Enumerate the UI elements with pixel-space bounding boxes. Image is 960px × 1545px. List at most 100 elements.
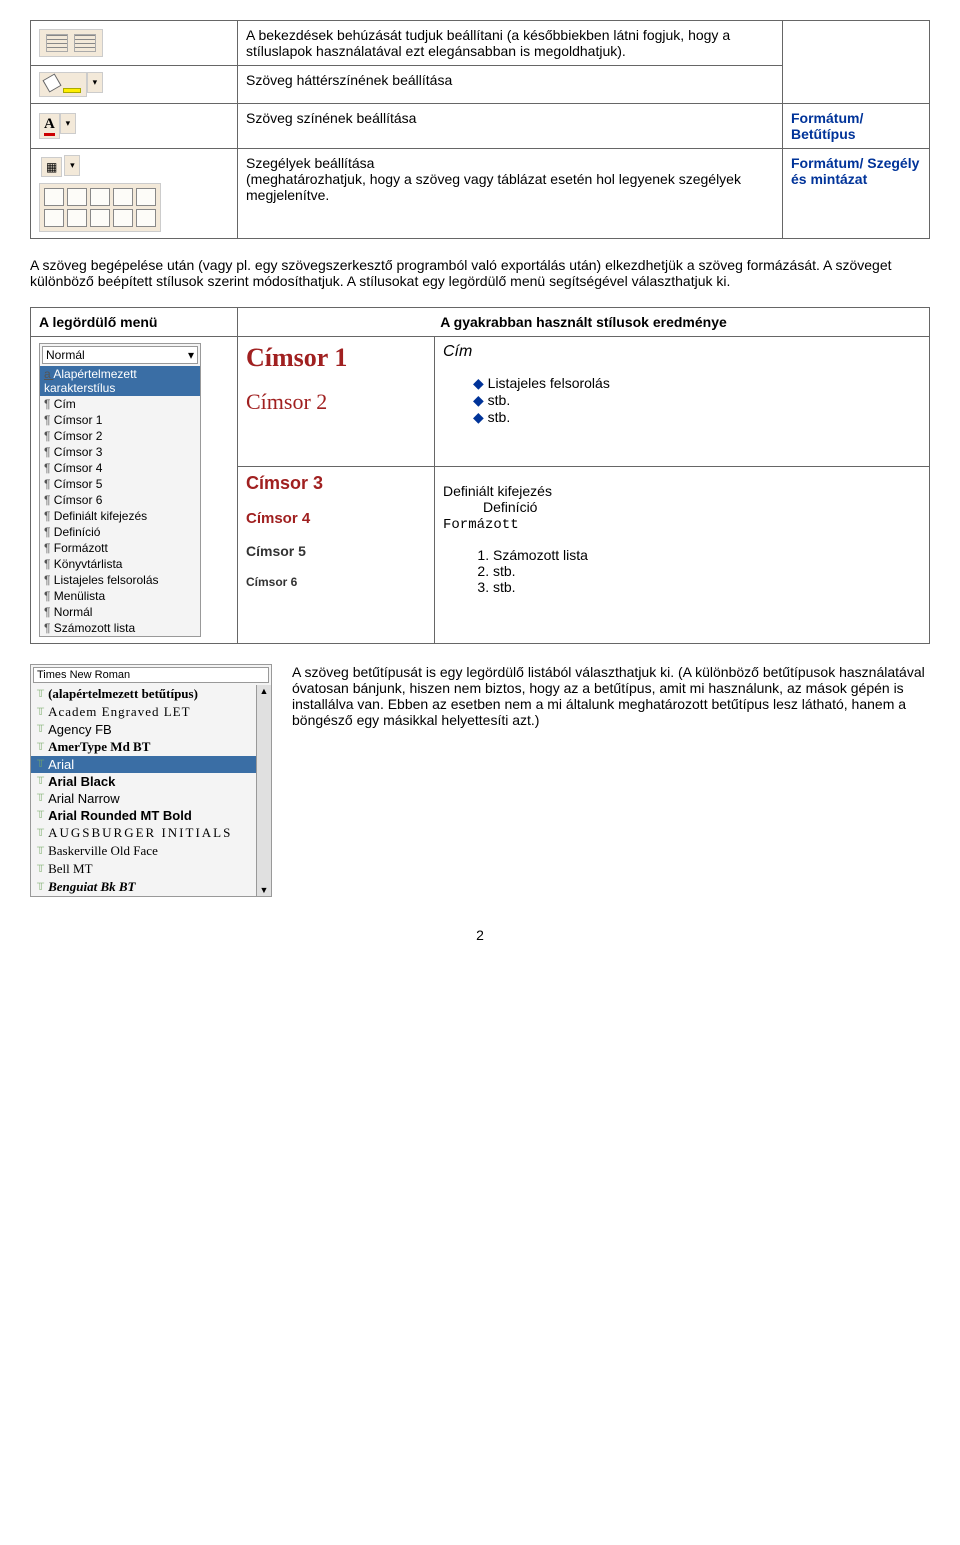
list-item: Listajeles felsorolás bbox=[473, 375, 921, 392]
scrollbar[interactable]: ▲ ▼ bbox=[256, 685, 271, 896]
truetype-icon: 𝕋 bbox=[37, 793, 44, 804]
font-dropdown-item[interactable]: 𝕋Academ Engraved LET bbox=[31, 703, 256, 721]
style-dropdown-item[interactable]: Címsor 1 bbox=[40, 412, 200, 428]
border-desc: Szegélyek beállítása (meghatározhatjuk, … bbox=[238, 149, 783, 239]
style-dropdown[interactable]: Normál ▾ Alapértelmezett karakterstílusC… bbox=[39, 343, 201, 637]
border-grid-icon bbox=[39, 183, 161, 232]
fontcolor-icon-cell: A▾ bbox=[31, 104, 238, 149]
font-dropdown[interactable]: Times New Roman 𝕋(alapértelmezett betűtí… bbox=[30, 664, 272, 897]
empty-menu-cell bbox=[783, 21, 930, 104]
truetype-icon: 𝕋 bbox=[37, 846, 44, 857]
fontcolor-desc: Szöveg színének beállítása bbox=[238, 104, 783, 149]
style-dropdown-item[interactable]: Címsor 2 bbox=[40, 428, 200, 444]
heading6-sample: Címsor 6 bbox=[246, 575, 426, 589]
font-description: A szöveg betűtípusát is egy legördülő li… bbox=[292, 664, 930, 728]
font-dropdown-item[interactable]: 𝕋Arial Narrow bbox=[31, 790, 256, 807]
styles-table: A legördülő menü A gyakrabban használt s… bbox=[30, 307, 930, 644]
styles-col2-header: A gyakrabban használt stílusok eredménye bbox=[238, 308, 930, 337]
font-dropdown-item[interactable]: 𝕋AUGSBURGER INITIALS bbox=[31, 824, 256, 842]
truetype-icon: 𝕋 bbox=[37, 724, 44, 735]
truetype-icon: 𝕋 bbox=[37, 776, 44, 787]
indent-icons-cell bbox=[31, 21, 238, 66]
font-section: Times New Roman 𝕋(alapértelmezett betűtí… bbox=[30, 664, 930, 897]
style-dropdown-item[interactable]: Címsor 5 bbox=[40, 476, 200, 492]
list-item: stb. bbox=[473, 392, 921, 409]
font-dropdown-item[interactable]: 𝕋(alapértelmezett betűtípus) bbox=[31, 685, 256, 703]
truetype-icon: 𝕋 bbox=[37, 759, 44, 770]
style-dropdown-field[interactable]: Normál ▾ bbox=[42, 346, 198, 364]
style-dropdown-item[interactable]: Számozott lista bbox=[40, 620, 200, 636]
border-menu: Formátum/ Szegély és mintázat bbox=[783, 149, 930, 239]
heading4-sample: Címsor 4 bbox=[246, 510, 426, 527]
font-dropdown-item[interactable]: 𝕋Benguiat Bk BT bbox=[31, 878, 256, 896]
dropdown-arrow-icon: ▾ bbox=[64, 155, 80, 176]
style-dropdown-item[interactable]: Címsor 4 bbox=[40, 460, 200, 476]
format-toolbar-table: A bekezdések behúzását tudjuk beállítani… bbox=[30, 20, 930, 239]
style-dropdown-item[interactable]: Alapértelmezett karakterstílus bbox=[40, 366, 200, 396]
style-dropdown-item[interactable]: Definiált kifejezés bbox=[40, 508, 200, 524]
font-dropdown-list: 𝕋(alapértelmezett betűtípus)𝕋Academ Engr… bbox=[31, 685, 256, 896]
highlight-desc: Szöveg háttérszínének beállítása bbox=[238, 66, 783, 104]
style-dropdown-item[interactable]: Listajeles felsorolás bbox=[40, 572, 200, 588]
indent-desc: A bekezdések behúzását tudjuk beállítani… bbox=[238, 21, 783, 66]
style-dropdown-item[interactable]: Címsor 3 bbox=[40, 444, 200, 460]
style-dropdown-item[interactable]: Cím bbox=[40, 396, 200, 412]
fontcolor-menu: Formátum/ Betűtípus bbox=[783, 104, 930, 149]
font-dropdown-item[interactable]: 𝕋Arial Black bbox=[31, 773, 256, 790]
heading3-sample: Címsor 3 bbox=[246, 473, 426, 494]
truetype-icon: 𝕋 bbox=[37, 742, 44, 753]
heading1-sample: Címsor 1 bbox=[246, 343, 426, 373]
dropdown-arrow-icon: ▾ bbox=[60, 113, 76, 134]
list-item: stb. bbox=[493, 563, 921, 579]
truetype-icon: 𝕋 bbox=[37, 864, 44, 875]
font-dropdown-item[interactable]: 𝕋AmerType Md BT bbox=[31, 738, 256, 756]
def-desc-sample: Definíció bbox=[483, 499, 921, 515]
scroll-up-icon[interactable]: ▲ bbox=[259, 685, 270, 697]
style-dropdown-item[interactable]: Könyvtárlista bbox=[40, 556, 200, 572]
highlight-icon-cell: ▾ bbox=[31, 66, 238, 104]
highlight-icon bbox=[39, 72, 87, 97]
heading5-sample: Címsor 5 bbox=[246, 543, 426, 559]
font-dropdown-item[interactable]: 𝕋Bell MT bbox=[31, 860, 256, 878]
truetype-icon: 𝕋 bbox=[37, 689, 44, 700]
intro-paragraph: A szöveg begépelése után (vagy pl. egy s… bbox=[30, 257, 930, 289]
border-icon-cell: ▦▾ bbox=[31, 149, 238, 239]
style-dropdown-item[interactable]: Definíció bbox=[40, 524, 200, 540]
style-dropdown-item[interactable]: Menülista bbox=[40, 588, 200, 604]
truetype-icon: 𝕋 bbox=[37, 707, 44, 718]
font-dropdown-item[interactable]: 𝕋Arial bbox=[31, 756, 256, 773]
bullet-list-sample: Listajeles felsorolásstb.stb. bbox=[443, 375, 921, 426]
heading2-sample: Címsor 2 bbox=[246, 389, 426, 415]
font-dropdown-item[interactable]: 𝕋Arial Rounded MT Bold bbox=[31, 807, 256, 824]
list-item: stb. bbox=[473, 409, 921, 426]
style-dropdown-item[interactable]: Címsor 6 bbox=[40, 492, 200, 508]
formatted-sample: Formázott bbox=[443, 517, 921, 533]
styles-col1-header: A legördülő menü bbox=[31, 308, 238, 337]
font-color-icon: A bbox=[39, 113, 60, 139]
dropdown-arrow-icon: ▾ bbox=[87, 72, 103, 93]
font-dropdown-field[interactable]: Times New Roman bbox=[33, 667, 269, 683]
def-term-sample: Definiált kifejezés bbox=[443, 483, 921, 499]
title-sample: Cím bbox=[443, 343, 921, 361]
heading-samples-bottom: Címsor 3 Címsor 4 Címsor 5 Címsor 6 bbox=[238, 467, 435, 644]
heading-samples-top: Címsor 1 Címsor 2 bbox=[238, 337, 435, 467]
decrease-increase-indent-icon bbox=[39, 29, 103, 57]
style-dropdown-item[interactable]: Formázott bbox=[40, 540, 200, 556]
list-item: Számozott lista bbox=[493, 547, 921, 563]
numbered-list-sample: Számozott listastb.stb. bbox=[443, 547, 921, 595]
list-item: stb. bbox=[493, 579, 921, 595]
style-dropdown-cell: Normál ▾ Alapértelmezett karakterstílusC… bbox=[31, 337, 238, 644]
result-samples-bottom: Definiált kifejezés Definíció Formázott … bbox=[435, 467, 930, 644]
border-icon: ▦ bbox=[41, 157, 62, 177]
result-samples-top: Cím Listajeles felsorolásstb.stb. bbox=[435, 337, 930, 467]
style-dropdown-item[interactable]: Normál bbox=[40, 604, 200, 620]
scroll-down-icon[interactable]: ▼ bbox=[259, 884, 270, 896]
font-dropdown-item[interactable]: 𝕋Agency FB bbox=[31, 721, 256, 738]
truetype-icon: 𝕋 bbox=[37, 882, 44, 893]
truetype-icon: 𝕋 bbox=[37, 828, 44, 839]
font-dropdown-item[interactable]: 𝕋Baskerville Old Face bbox=[31, 842, 256, 860]
style-dropdown-list: Alapértelmezett karakterstílusCímCímsor … bbox=[40, 366, 200, 636]
dropdown-arrow-icon: ▾ bbox=[188, 348, 194, 362]
page-number: 2 bbox=[30, 927, 930, 943]
truetype-icon: 𝕋 bbox=[37, 810, 44, 821]
